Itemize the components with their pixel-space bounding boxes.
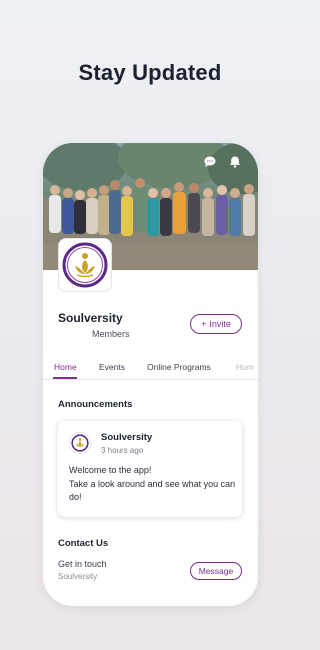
contact-name: Soulversity: [58, 572, 98, 581]
post-author-avatar: [69, 432, 91, 454]
post-body-line: Welcome to the app!: [69, 465, 152, 475]
tab-events[interactable]: Events: [99, 362, 125, 372]
tab-bar: Home Events Online Programs Hum: [43, 353, 258, 380]
post-body-line: Take a look around and see what you can …: [69, 478, 236, 503]
phone-frame: Soulversity Members + Invite Home Events…: [43, 143, 258, 606]
contact-title: Contact Us: [58, 538, 109, 549]
page-headline: Stay Updated: [78, 60, 222, 85]
lotus-logo-icon: [62, 242, 108, 288]
chat-bubble-icon[interactable]: [203, 155, 219, 171]
post-timestamp: 3 hours ago: [101, 446, 144, 455]
community-name: Soulversity: [58, 311, 123, 325]
members-label[interactable]: Members: [92, 329, 130, 339]
announcements-title: Announcements: [58, 399, 133, 410]
community-logo: [58, 238, 112, 292]
tab-home[interactable]: Home: [54, 362, 77, 372]
bell-icon[interactable]: [228, 155, 244, 171]
active-tab-indicator: [53, 377, 77, 379]
post-author: Soulversity: [101, 432, 153, 443]
announcement-post[interactable]: Soulversity 3 hours ago Welcome to the a…: [58, 421, 242, 517]
post-body: Welcome to the app! Take a look around a…: [69, 464, 239, 505]
contact-text: Get in touch: [58, 559, 107, 569]
plus-icon: +: [201, 319, 207, 329]
invite-button[interactable]: + Invite: [190, 314, 242, 334]
invite-label: Invite: [209, 319, 231, 329]
message-button[interactable]: Message: [190, 562, 242, 580]
lotus-logo-icon: [71, 434, 89, 452]
tab-online-programs[interactable]: Online Programs: [147, 362, 211, 372]
tab-hum[interactable]: Hum: [236, 362, 254, 372]
